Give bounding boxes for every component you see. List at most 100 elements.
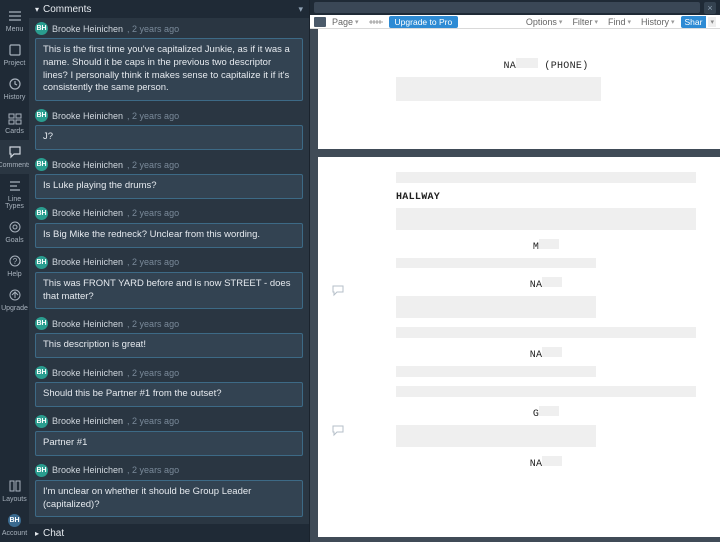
comment-item[interactable]: BH Brooke Heinichen , 2 years ago Should … <box>35 364 303 407</box>
comment-body[interactable]: This is the first time you've capitalize… <box>35 38 303 101</box>
comment-author: Brooke Heinichen <box>52 319 123 329</box>
comment-header: BH Brooke Heinichen , 2 years ago <box>35 156 303 174</box>
comment-item[interactable]: BH Brooke Heinichen , 2 years ago Is Luke… <box>35 156 303 199</box>
history-dropdown[interactable]: History▾ <box>637 17 679 27</box>
comment-time: , 2 years ago <box>127 160 179 170</box>
rail-layouts[interactable]: Layouts <box>0 474 29 508</box>
chat-footer[interactable]: ▸ Chat <box>29 524 309 542</box>
rail-linetypes[interactable]: Line Types <box>0 174 29 215</box>
rail-label: Project <box>4 60 26 67</box>
share-button[interactable]: Shar <box>681 16 707 28</box>
comment-body[interactable]: Should this be Partner #1 from the outse… <box>35 382 303 407</box>
share-caret[interactable]: ▾ <box>708 17 716 27</box>
rail-account[interactable]: BH Account <box>0 508 29 542</box>
rail-label: Cards <box>5 128 24 135</box>
comment-body[interactable]: This description is great! <box>35 333 303 358</box>
rail-history[interactable]: History <box>0 72 29 106</box>
options-dropdown[interactable]: Options▾ <box>522 17 567 27</box>
avatar-icon: BH <box>35 366 48 379</box>
comment-time: , 2 years ago <box>127 111 179 121</box>
rail-label: Upgrade <box>1 305 28 312</box>
footer-title: Chat <box>43 528 64 539</box>
clock-icon <box>7 76 23 92</box>
comment-item[interactable]: BH Brooke Heinichen, 2 years ago Is Big … <box>35 205 303 248</box>
comment-item[interactable]: BH Brooke Heinichen , 2 years ago This de… <box>35 315 303 358</box>
comment-item[interactable]: BH Brooke Heinichen, 2 years ago This wa… <box>35 254 303 310</box>
comment-body[interactable]: Partner #1 <box>35 431 303 456</box>
document-area[interactable]: NA (PHONE) HALLWAY M NA NA G <box>310 29 720 542</box>
menu-icon <box>7 8 23 24</box>
comment-body[interactable]: Is Luke playing the drums? <box>35 174 303 199</box>
dialogue-line <box>396 258 696 272</box>
avatar-icon: BH <box>35 22 48 35</box>
left-rail: Menu Project History Cards Comments Line… <box>0 0 29 542</box>
comment-marker-icon[interactable] <box>332 285 344 297</box>
comment-item[interactable]: BH Brooke Heinichen , 2 years ago J? <box>35 107 303 150</box>
comment-author: Brooke Heinichen <box>52 24 123 34</box>
rail-label: Account <box>2 530 27 537</box>
character-line: NA <box>396 277 696 291</box>
rail-menu[interactable]: Menu <box>0 4 29 38</box>
dialogue-line <box>396 425 696 451</box>
comment-header: BH Brooke Heinichen, 2 years ago <box>35 462 303 480</box>
rail-label: Goals <box>5 237 23 244</box>
search-input[interactable] <box>314 2 700 13</box>
comment-time: , 2 years ago <box>127 368 179 378</box>
comment-time: , 2 years ago <box>127 319 179 329</box>
comments-header[interactable]: ▾ Comments ▾ <box>29 0 309 18</box>
comment-body[interactable]: I'm unclear on whether it should be Grou… <box>35 480 303 518</box>
help-icon: ? <box>7 253 23 269</box>
avatar-icon: BH <box>35 317 48 330</box>
format-icon[interactable] <box>314 17 326 27</box>
comment-time: , 2 years ago <box>127 208 179 218</box>
rail-help[interactable]: ? Help <box>0 249 29 283</box>
comment-time: , 2 years ago <box>127 465 179 475</box>
comment-header: BH Brooke Heinichen , 2 years ago <box>35 315 303 333</box>
topbar: × <box>310 0 720 15</box>
comment-item[interactable]: BH Brooke Heinichen, 2 years ago This is… <box>35 20 303 101</box>
rail-comments[interactable]: Comments <box>0 140 29 174</box>
comment-body[interactable]: Is Big Mike the redneck? Unclear from th… <box>35 223 303 248</box>
comment-item[interactable]: BH Brooke Heinichen, 2 years ago Partner… <box>35 413 303 456</box>
ruler-button[interactable] <box>365 18 387 26</box>
rail-project[interactable]: Project <box>0 38 29 72</box>
character-line: NA <box>396 456 696 470</box>
rail-upgrade[interactable]: Upgrade <box>0 283 29 317</box>
character-line: G <box>396 406 696 420</box>
close-button[interactable]: × <box>704 2 716 14</box>
comment-item[interactable]: BH Brooke Heinichen, 2 years ago I'm unc… <box>35 462 303 518</box>
dialogue-line <box>396 77 696 105</box>
page-dropdown[interactable]: Page▾ <box>328 17 363 27</box>
rail-cards[interactable]: Cards <box>0 106 29 140</box>
comment-author: Brooke Heinichen <box>52 160 123 170</box>
comment-header: BH Brooke Heinichen, 2 years ago <box>35 205 303 223</box>
comment-author: Brooke Heinichen <box>52 111 123 121</box>
comment-header: BH Brooke Heinichen , 2 years ago <box>35 107 303 125</box>
comment-body[interactable]: This was FRONT YARD before and is now ST… <box>35 272 303 310</box>
rail-label: Line Types <box>0 196 29 210</box>
comment-marker-icon[interactable] <box>332 425 344 437</box>
upgrade-button[interactable]: Upgrade to Pro <box>389 16 459 28</box>
comment-body[interactable]: J? <box>35 125 303 150</box>
find-dropdown[interactable]: Find▾ <box>604 17 635 27</box>
comments-list[interactable]: BH Brooke Heinichen , 2 years ago This is… <box>29 18 309 524</box>
dialogue-line <box>396 366 696 381</box>
action-line <box>396 172 696 187</box>
character-line: M <box>396 239 696 253</box>
avatar-icon: BH <box>35 415 48 428</box>
avatar-icon: BH <box>35 158 48 171</box>
page: HALLWAY M NA NA G NA <box>318 157 720 537</box>
rail-label: Menu <box>6 26 24 33</box>
avatar-icon: BH <box>7 512 23 528</box>
comment-header: BH Brooke Heinichen , 2 years ago <box>35 364 303 382</box>
comment-time: , 2 years ago <box>127 416 179 426</box>
panel-title: Comments <box>43 4 91 15</box>
avatar-icon: BH <box>35 109 48 122</box>
comment-time: , 2 years ago <box>127 257 179 267</box>
rail-label: Comments <box>0 162 31 169</box>
rail-goals[interactable]: Goals <box>0 215 29 249</box>
comments-panel: ▾ Comments ▾ BH Brooke Heinichen, 2 year… <box>29 0 310 542</box>
panel-menu-icon[interactable]: ▾ <box>298 4 303 15</box>
comment-author: Brooke Heinichen <box>52 368 123 378</box>
filter-dropdown[interactable]: Filter▾ <box>568 17 602 27</box>
